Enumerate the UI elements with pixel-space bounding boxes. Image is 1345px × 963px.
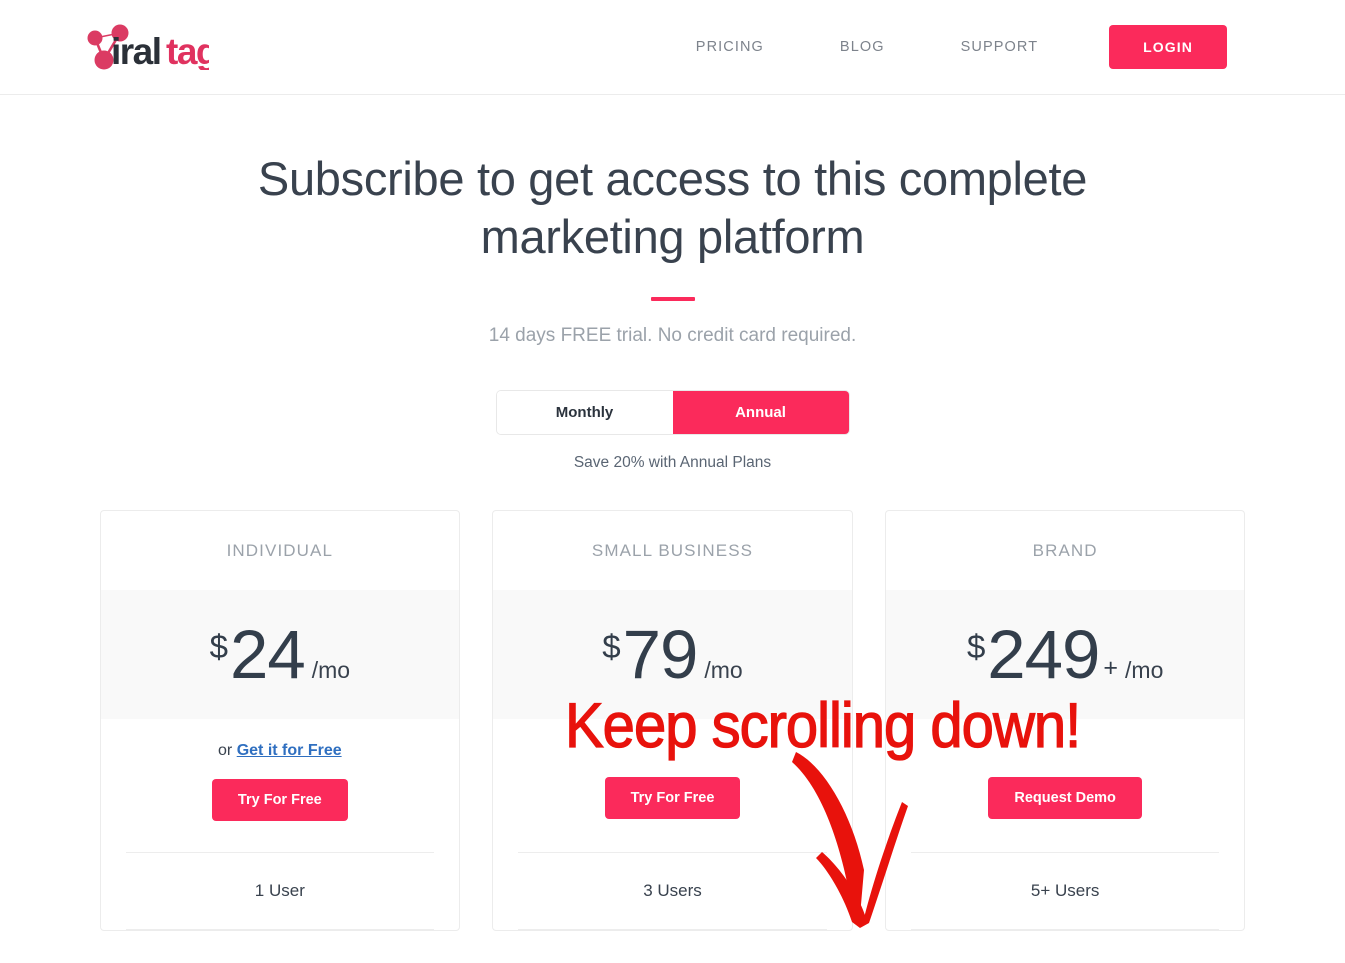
price-period: /mo xyxy=(1125,657,1164,684)
title-divider xyxy=(650,297,695,301)
plan-name: SMALL BUSINESS xyxy=(591,540,754,560)
toggle-monthly[interactable]: Monthly xyxy=(496,391,673,434)
hero-subtitle: 14 days FREE trial. No credit card requi… xyxy=(488,325,857,346)
price-amount: 249 xyxy=(987,615,1100,693)
plan-name: BRAND xyxy=(1032,540,1098,560)
plan-price: $ 79 /mo xyxy=(493,590,852,719)
price-plus-sign: + xyxy=(1103,654,1119,683)
nav-item-support[interactable]: SUPPORT xyxy=(923,29,1077,65)
cta-spacer xyxy=(493,742,852,777)
try-for-free-button[interactable]: Try For Free xyxy=(211,779,348,821)
free-option-prefix: or xyxy=(218,742,237,759)
viraltag-logo[interactable]: iral tag xyxy=(84,20,209,74)
nav-item-pricing[interactable]: PRICING xyxy=(658,29,802,65)
price-period: /mo xyxy=(704,657,743,684)
annual-savings-note: Save 20% with Annual Plans xyxy=(573,454,772,471)
site-header: iral tag PRICING BLOG SUPPORT LOGIN xyxy=(0,0,1345,95)
price-currency: $ xyxy=(209,627,228,665)
plan-cta-area: Request Demo xyxy=(886,719,1245,852)
hero-section: Subscribe to get access to this complete… xyxy=(0,95,1345,472)
nav-item-blog[interactable]: BLOG xyxy=(802,29,923,65)
free-option-line: or Get it for Free xyxy=(101,742,460,760)
plan-price: $ 24 /mo xyxy=(100,590,460,719)
plan-users-row: 3 Users xyxy=(518,852,827,930)
plan-name: INDIVIDUAL xyxy=(226,540,334,560)
price-currency: $ xyxy=(966,627,986,665)
plan-cta-area: Try For Free xyxy=(493,719,852,852)
toggle-annual[interactable]: Annual xyxy=(672,391,849,434)
price-currency: $ xyxy=(602,627,621,665)
price-period: /mo xyxy=(311,657,351,684)
cta-spacer xyxy=(886,742,1245,777)
plan-card-brand[interactable]: BRAND $ 249 + /mo Request Demo 5+ Users xyxy=(884,510,1246,931)
get-it-for-free-link[interactable]: Get it for Free xyxy=(237,742,342,759)
pricing-plans: INDIVIDUAL $ 24 /mo or Get it for Free T… xyxy=(99,510,1246,931)
price-amount: 79 xyxy=(622,615,699,693)
svg-text:tag: tag xyxy=(166,31,209,70)
login-button[interactable]: LOGIN xyxy=(1109,25,1227,69)
plan-cta-area: or Get it for Free Try For Free xyxy=(101,719,460,852)
plan-users-row: 1 User xyxy=(125,852,435,930)
try-for-free-button[interactable]: Try For Free xyxy=(604,777,741,819)
plan-card-small-business[interactable]: SMALL BUSINESS $ 79 /mo Try For Free 3 U… xyxy=(492,510,853,931)
plan-card-individual[interactable]: INDIVIDUAL $ 24 /mo or Get it for Free T… xyxy=(99,510,461,931)
request-demo-button[interactable]: Request Demo xyxy=(988,777,1142,819)
viraltag-logo-mark: iral tag xyxy=(87,24,209,70)
page-title: Subscribe to get access to this complete… xyxy=(257,152,1088,263)
price-amount: 24 xyxy=(229,615,306,693)
plan-price: $ 249 + /mo xyxy=(885,590,1245,719)
main-navigation: PRICING BLOG SUPPORT LOGIN xyxy=(658,25,1227,69)
plan-users-row: 5+ Users xyxy=(910,852,1220,930)
svg-text:iral: iral xyxy=(111,31,161,70)
billing-toggle: Monthly Annual xyxy=(0,391,1345,434)
